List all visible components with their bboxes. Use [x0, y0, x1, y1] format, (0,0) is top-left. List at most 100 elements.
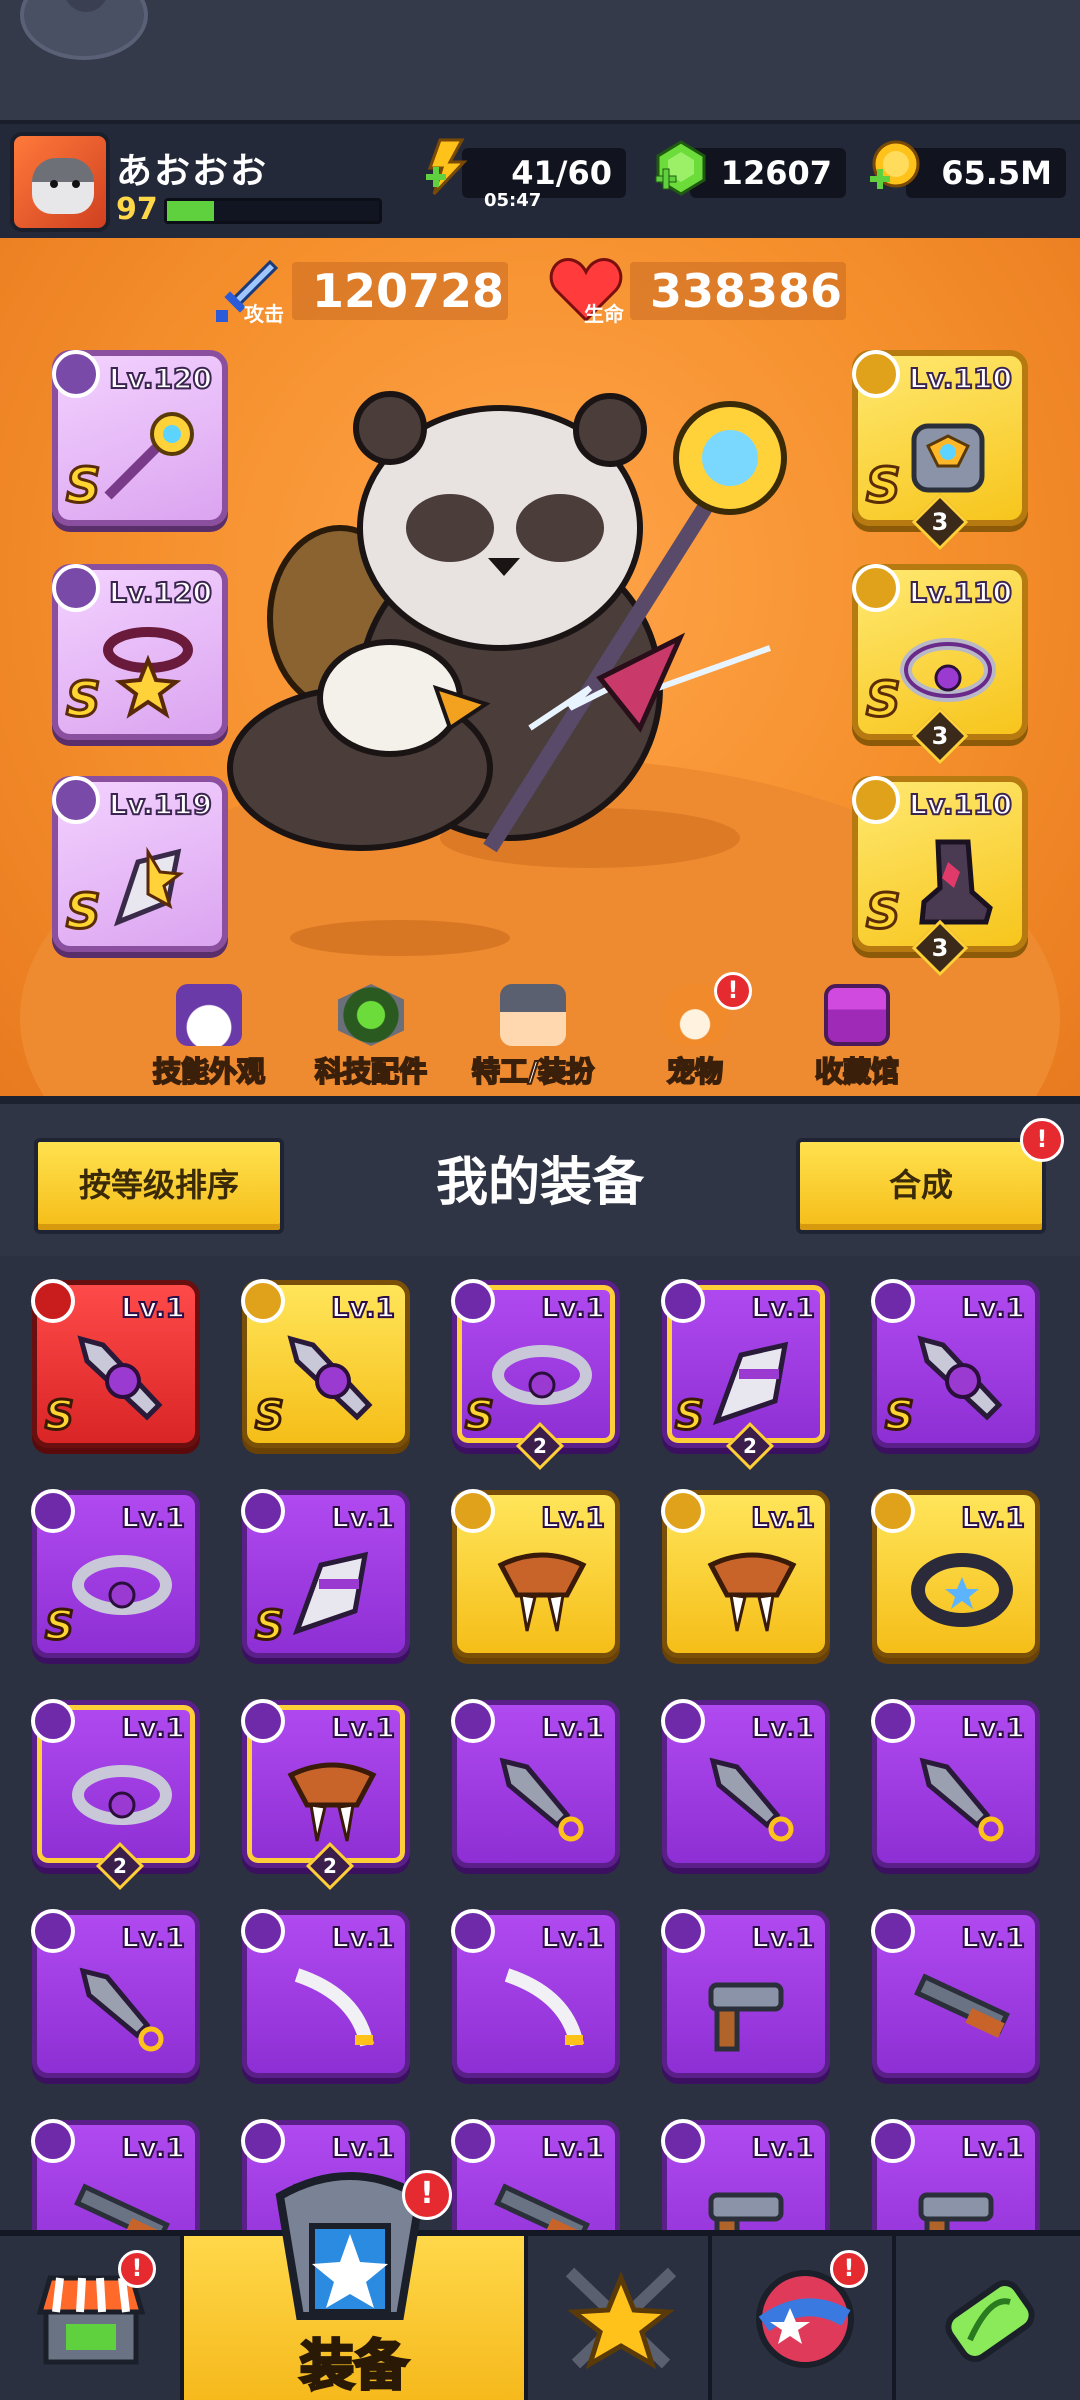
equipment-art-icon [67, 1955, 177, 2065]
hex-chip-icon [338, 984, 404, 1046]
equipment-card[interactable]: Lv.1 S [241, 1489, 410, 1658]
equipment-card[interactable]: Lv.1 [871, 2119, 1040, 2230]
card-level: Lv.1 [960, 1710, 1026, 1745]
coin-plus-icon[interactable] [866, 138, 924, 196]
lightning-plus-icon[interactable] [418, 138, 476, 196]
nav-equipment-label: 装备 [299, 2333, 410, 2399]
equipment-card[interactable]: Lv.1 S [871, 1279, 1040, 1448]
equipment-art-icon [67, 2165, 177, 2230]
equipment-card[interactable]: Lv.1 [451, 1489, 620, 1658]
rank-badge: S [44, 1602, 76, 1651]
game-screen: { "player": { "name": "あおおお", "level": "… [0, 0, 1080, 2400]
slot-type-icon [871, 1489, 915, 1533]
equipment-card[interactable]: Lv.1 S 2 [451, 1279, 620, 1471]
slot-type-icon [871, 2119, 915, 2163]
slot-type-icon [31, 1279, 75, 1323]
bottom-nav: ! ! 装备 ! [0, 2170, 1080, 2400]
equipment-card[interactable]: Lv.1 [31, 2119, 200, 2230]
rank-badge: S [254, 1392, 286, 1441]
slot-level: Lv.120 [108, 575, 213, 610]
subnav-collection[interactable]: 收藏馆 [782, 964, 932, 1096]
subnav-tech-parts[interactable]: 科技配件 [296, 964, 446, 1096]
slot-type-icon [661, 1699, 705, 1743]
equipped-slot-necklace[interactable]: Lv.120 S [52, 564, 228, 740]
attack-label: 攻击 [244, 302, 284, 326]
rank-badge: S [65, 457, 103, 516]
slot-type-icon [661, 1909, 705, 1953]
equipment-card[interactable]: Lv.1 S [241, 1279, 410, 1448]
star-necklace-icon [98, 620, 198, 720]
equipment-art-icon [697, 1955, 807, 2065]
equipment-art-icon [907, 1325, 1017, 1435]
equipment-card[interactable]: Lv.1 [661, 2119, 830, 2230]
slot-type-icon [31, 1699, 75, 1743]
equipped-slot-weapon[interactable]: Lv.120 S [52, 350, 228, 526]
equipment-card[interactable]: Lv.1 [871, 1489, 1040, 1658]
slot-type-icon [661, 1279, 705, 1323]
equipment-card[interactable]: Lv.1 [661, 1699, 830, 1868]
nav-battle[interactable] [528, 2236, 712, 2400]
equipped-slot-belt[interactable]: Lv.110 S 3 [852, 564, 1028, 765]
card-level: Lv.1 [960, 1500, 1026, 1535]
equipment-toolbar: 按等级排序 我的装备 合成 ! [0, 1096, 1080, 1256]
rank-badge: S [865, 457, 903, 516]
equipment-card[interactable]: Lv.1 S [31, 1279, 200, 1448]
card-level: Lv.1 [960, 2130, 1026, 2165]
equipment-card[interactable]: Lv.1 S [31, 1489, 200, 1658]
card-level: Lv.1 [750, 1500, 816, 1535]
arrow-down-icon [64, 0, 108, 12]
slot-type-icon [241, 1279, 285, 1323]
equipment-card[interactable]: Lv.1 [451, 1909, 620, 2078]
equipment-card[interactable]: Lv.1 [871, 1909, 1040, 2078]
nav-lab[interactable] [896, 2236, 1080, 2400]
slot-type-icon [871, 1699, 915, 1743]
equipment-art-icon [907, 1535, 1017, 1645]
equipment-card[interactable]: Lv.1 [241, 1909, 410, 2078]
equipment-card[interactable]: Lv.1 2 [241, 1699, 410, 1891]
nav-shop[interactable]: ! [0, 2236, 184, 2400]
rank-badge: S [884, 1392, 916, 1441]
dna-capsule-icon [930, 2266, 1050, 2376]
hero-character[interactable] [210, 348, 860, 968]
hp-value: 338386 [630, 262, 846, 320]
equipment-card[interactable]: Lv.1 [661, 1909, 830, 2078]
equipment-card[interactable]: Lv.1 S 2 [661, 1279, 830, 1471]
slot-type-icon [31, 1489, 75, 1533]
equipped-slot-glove[interactable]: Lv.119 S [52, 776, 228, 952]
armor-icon [852, 350, 900, 398]
wizard-hat-icon [176, 984, 242, 1046]
equipment-card[interactable]: Lv.1 [451, 2119, 620, 2230]
equipment-art-icon [487, 2165, 597, 2230]
equipment-card[interactable]: Lv.1 [31, 1909, 200, 2078]
hero-area: 攻击 120728 生命 338386 Lv.120 S Lv.120 S Lv… [0, 238, 1080, 1096]
xp-fill [167, 201, 214, 221]
equipment-art-icon [277, 1535, 387, 1645]
world-notification-badge: ! [830, 2250, 868, 2288]
equipment-card[interactable]: Lv.1 2 [31, 1699, 200, 1891]
player-level: 97 [116, 192, 158, 227]
card-level: Lv.1 [120, 1920, 186, 1955]
equipment-art-icon [277, 1325, 387, 1435]
subnav-agent-outfit[interactable]: 特工/装扮 [458, 964, 608, 1096]
subnav-pet[interactable]: 宠物 ! [620, 964, 770, 1096]
equipment-card[interactable]: Lv.1 [661, 1489, 830, 1658]
rank-badge: S [865, 883, 903, 942]
merge-button[interactable]: 合成 [796, 1138, 1046, 1234]
slot-type-icon [451, 1699, 495, 1743]
subnav-skill-skin[interactable]: 技能外观 [134, 964, 284, 1096]
equipped-slot-armor[interactable]: Lv.110 S 3 [852, 350, 1028, 551]
avatar[interactable] [10, 132, 110, 232]
card-level: Lv.1 [750, 1920, 816, 1955]
slot-level: Lv.110 [908, 361, 1013, 396]
equipment-card[interactable]: Lv.1 [871, 1699, 1040, 1868]
card-level: Lv.1 [540, 1290, 606, 1325]
equipped-slot-boot[interactable]: Lv.110 S 3 [852, 776, 1028, 977]
nav-world[interactable]: ! [712, 2236, 896, 2400]
rank-badge: S [464, 1392, 496, 1441]
nav-equipment[interactable]: ! 装备 [184, 2170, 528, 2400]
gem-plus-icon[interactable] [652, 138, 710, 196]
equipment-card[interactable]: Lv.1 [451, 1699, 620, 1868]
rank-badge: S [254, 1602, 286, 1651]
back-button[interactable] [20, 0, 148, 60]
sort-by-level-button[interactable]: 按等级排序 [34, 1138, 284, 1234]
